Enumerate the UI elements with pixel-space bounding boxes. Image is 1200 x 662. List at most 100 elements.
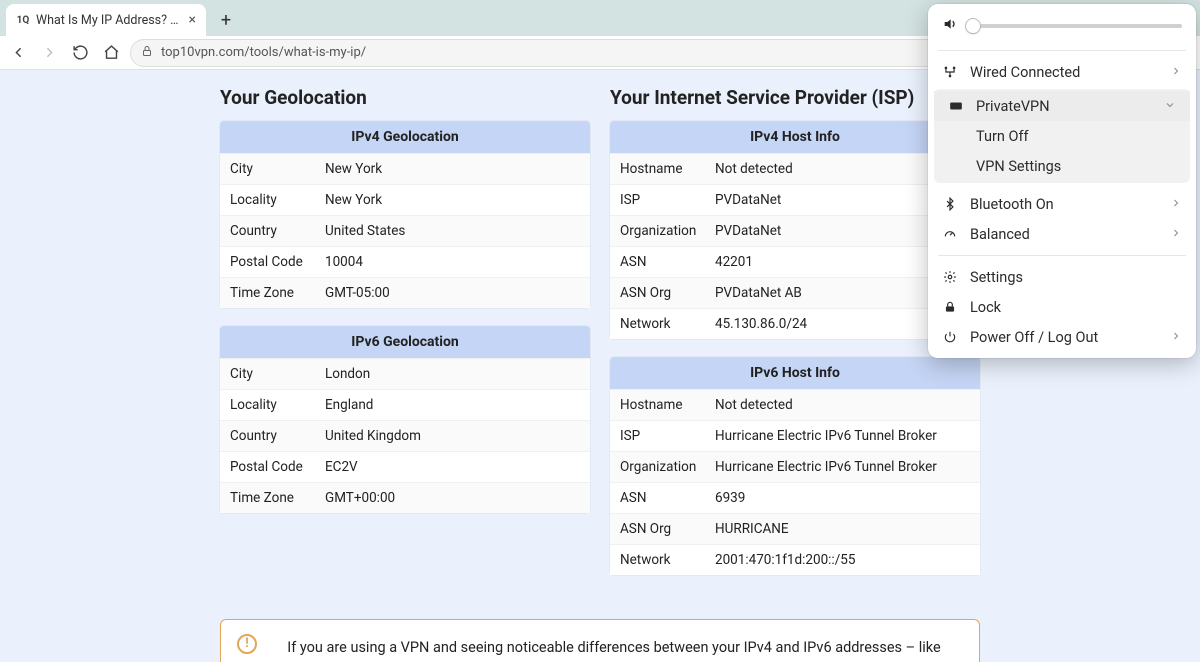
- table-row: ASN6939: [610, 482, 980, 513]
- table-row: HostnameNot detected: [610, 153, 980, 184]
- table-row: Network2001:470:1f1d:200::/55: [610, 544, 980, 575]
- table-row: LocalityEngland: [220, 389, 590, 420]
- row-value: GMT+00:00: [325, 490, 580, 506]
- table-row: Postal Code10004: [220, 246, 590, 277]
- tab-title: What Is My IP Address? Pu: [36, 13, 183, 28]
- menu-vpn-label: PrivateVPN: [976, 98, 1152, 115]
- row-value: London: [325, 366, 580, 382]
- table-row: CountryUnited Kingdom: [220, 420, 590, 451]
- ipv6-host-header: IPv6 Host Info: [610, 357, 980, 389]
- gauge-icon: [942, 227, 958, 241]
- row-key: ASN Org: [620, 521, 715, 537]
- table-row: Network45.130.86.0/24: [610, 308, 980, 339]
- ipv6-geo-table: IPv6 Geolocation CityLondonLocalityEngla…: [220, 326, 590, 513]
- menu-lock[interactable]: Lock: [928, 292, 1196, 322]
- row-value: EC2V: [325, 459, 580, 475]
- address-text: top10vpn.com/tools/what-is-my-ip/: [161, 45, 366, 60]
- menu-bluetooth[interactable]: Bluetooth On: [928, 189, 1196, 219]
- row-key: Network: [620, 552, 715, 568]
- power-icon: [942, 330, 958, 344]
- menu-vpn-turn-off[interactable]: Turn Off: [934, 121, 1190, 151]
- browser-tab[interactable]: 1Q What Is My IP Address? Pu ×: [6, 4, 206, 36]
- ipv4-host-header: IPv4 Host Info: [610, 121, 980, 153]
- row-key: Time Zone: [230, 490, 325, 506]
- row-value: United Kingdom: [325, 428, 580, 444]
- row-key: ISP: [620, 192, 715, 208]
- warning-icon: !: [237, 634, 257, 654]
- row-key: ASN: [620, 490, 715, 506]
- row-value: New York: [325, 192, 580, 208]
- new-tab-button[interactable]: +: [212, 6, 240, 34]
- table-row: Time ZoneGMT+00:00: [220, 482, 590, 513]
- chevron-right-icon: [1170, 329, 1182, 346]
- network-icon: [942, 65, 958, 79]
- row-key: Organization: [620, 223, 715, 239]
- close-icon[interactable]: ×: [189, 12, 196, 28]
- table-row: Postal CodeEC2V: [220, 451, 590, 482]
- menu-settings[interactable]: Settings: [928, 262, 1196, 292]
- ipv4-host-table: IPv4 Host Info HostnameNot detectedISPPV…: [610, 121, 980, 339]
- row-key: Network: [620, 316, 715, 332]
- menu-vpn-settings[interactable]: VPN Settings: [934, 151, 1190, 181]
- table-row: ASN OrgPVDataNet AB: [610, 277, 980, 308]
- volume-slider[interactable]: [928, 12, 1196, 44]
- row-value: England: [325, 397, 580, 413]
- row-key: City: [230, 366, 325, 382]
- row-key: Organization: [620, 459, 715, 475]
- row-value: HURRICANE: [715, 521, 970, 537]
- chevron-down-icon: [1164, 98, 1176, 115]
- vpn-warning-notice: ! If you are using a VPN and seeing noti…: [220, 619, 980, 662]
- ipv6-host-table: IPv6 Host Info HostnameNot detectedISPHu…: [610, 357, 980, 575]
- row-key: Country: [230, 223, 325, 239]
- row-value: 6939: [715, 490, 970, 506]
- chevron-right-icon: [1170, 196, 1182, 213]
- row-key: Postal Code: [230, 459, 325, 475]
- back-button[interactable]: [10, 44, 27, 61]
- row-key: Hostname: [620, 397, 715, 413]
- menu-vpn[interactable]: PrivateVPN: [934, 91, 1190, 121]
- home-button[interactable]: [103, 44, 120, 61]
- menu-power-profile[interactable]: Balanced: [928, 219, 1196, 249]
- table-row: ASN OrgHURRICANE: [610, 513, 980, 544]
- row-value: Not detected: [715, 397, 970, 413]
- ipv4-geo-header: IPv4 Geolocation: [220, 121, 590, 153]
- tab-favicon: 1Q: [16, 13, 30, 27]
- row-key: Hostname: [620, 161, 715, 177]
- row-key: ISP: [620, 428, 715, 444]
- row-value: 2001:470:1f1d:200::/55: [715, 552, 970, 568]
- lock-icon: [141, 45, 153, 61]
- bluetooth-icon: [942, 197, 958, 211]
- forward-button[interactable]: [41, 44, 58, 61]
- table-row: CityNew York: [220, 153, 590, 184]
- notice-text-pre: If you are using a VPN and seeing notice…: [287, 639, 940, 662]
- row-key: Time Zone: [230, 285, 325, 301]
- chevron-right-icon: [1170, 64, 1182, 81]
- isp-heading: Your Internet Service Provider (ISP): [610, 86, 980, 109]
- reload-button[interactable]: [72, 44, 89, 61]
- row-value: 10004: [325, 254, 580, 270]
- row-value: United States: [325, 223, 580, 239]
- chevron-right-icon: [1170, 226, 1182, 243]
- row-key: Postal Code: [230, 254, 325, 270]
- ipv6-geo-header: IPv6 Geolocation: [220, 326, 590, 358]
- row-key: City: [230, 161, 325, 177]
- row-value: Hurricane Electric IPv6 Tunnel Broker: [715, 428, 970, 444]
- row-value: GMT-05:00: [325, 285, 580, 301]
- table-row: CityLondon: [220, 358, 590, 389]
- gear-icon: [942, 270, 958, 284]
- geolocation-heading: Your Geolocation: [220, 86, 590, 109]
- row-value: New York: [325, 161, 580, 177]
- vpn-icon: [948, 99, 964, 113]
- table-row: Time ZoneGMT-05:00: [220, 277, 590, 308]
- speaker-icon: [942, 16, 958, 36]
- menu-power-off[interactable]: Power Off / Log Out: [928, 322, 1196, 352]
- table-row: OrganizationHurricane Electric IPv6 Tunn…: [610, 451, 980, 482]
- ipv4-geo-table: IPv4 Geolocation CityNew YorkLocalityNew…: [220, 121, 590, 308]
- row-key: ASN: [620, 254, 715, 270]
- row-key: Locality: [230, 397, 325, 413]
- row-key: ASN Org: [620, 285, 715, 301]
- row-key: Country: [230, 428, 325, 444]
- table-row: CountryUnited States: [220, 215, 590, 246]
- table-row: ISPHurricane Electric IPv6 Tunnel Broker: [610, 420, 980, 451]
- menu-wired[interactable]: Wired Connected: [928, 57, 1196, 87]
